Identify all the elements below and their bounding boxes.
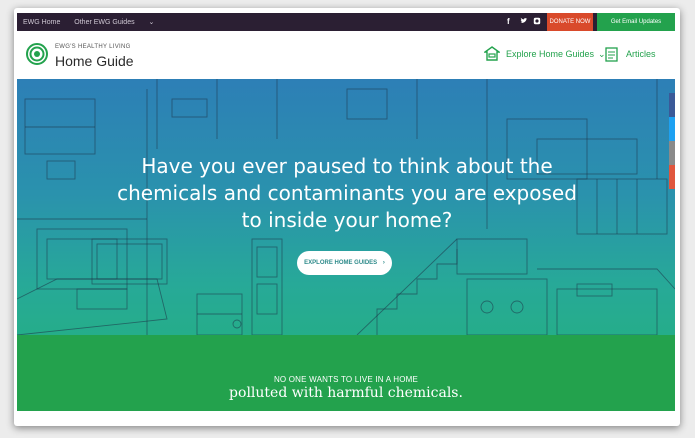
explore-home-guides-button[interactable]: EXPLORE HOME GUIDES › xyxy=(297,251,392,275)
hero-section: Have you ever paused to think about the … xyxy=(17,79,675,335)
browser-viewport: EWG Home Other EWG Guides ⌄ f DONATE NOW… xyxy=(17,13,675,411)
home-guides-icon xyxy=(484,46,500,61)
other-guides-label: Other EWG Guides xyxy=(74,19,135,26)
twitter-icon[interactable] xyxy=(520,17,528,27)
site-header: EWG'S HEALTHY LIVING Home Guide Explore … xyxy=(17,31,675,80)
band-kicker: NO ONE WANTS TO LIVE IN A HOME xyxy=(273,375,419,384)
donate-button[interactable]: DONATE NOW xyxy=(547,13,593,31)
articles-icon xyxy=(605,46,618,62)
share-pinterest-tab[interactable] xyxy=(669,165,675,189)
instagram-icon[interactable] xyxy=(533,17,541,27)
top-utility-bar: EWG Home Other EWG Guides ⌄ f DONATE NOW… xyxy=(17,13,675,31)
brand-tagline: EWG'S HEALTHY LIVING xyxy=(55,44,131,50)
ewg-home-link[interactable]: EWG Home xyxy=(23,19,60,26)
chevron-right-icon: › xyxy=(382,260,385,266)
explore-guides-label: Explore Home Guides xyxy=(506,49,595,59)
other-guides-link[interactable]: Other EWG Guides ⌄ xyxy=(74,19,154,26)
share-twitter-tab[interactable] xyxy=(669,117,675,141)
home-guide-logo-icon[interactable] xyxy=(26,43,48,65)
brand-title[interactable]: Home Guide xyxy=(55,53,134,69)
email-updates-button[interactable]: Get Email Updates xyxy=(597,13,675,31)
explore-guides-menu[interactable]: Explore Home Guides ⌄ xyxy=(484,43,606,65)
band-headline: polluted with harmful chemicals. xyxy=(229,385,463,401)
facebook-icon[interactable]: f xyxy=(507,17,510,26)
intro-band: NO ONE WANTS TO LIVE IN A HOME polluted … xyxy=(17,335,675,411)
articles-link[interactable]: Articles xyxy=(605,43,656,65)
hero-headline: Have you ever paused to think about the … xyxy=(117,154,577,232)
explore-button-label: EXPLORE HOME GUIDES xyxy=(304,260,378,266)
articles-label: Articles xyxy=(626,49,656,59)
share-email-tab[interactable] xyxy=(669,141,675,165)
share-facebook-tab[interactable] xyxy=(669,93,675,117)
